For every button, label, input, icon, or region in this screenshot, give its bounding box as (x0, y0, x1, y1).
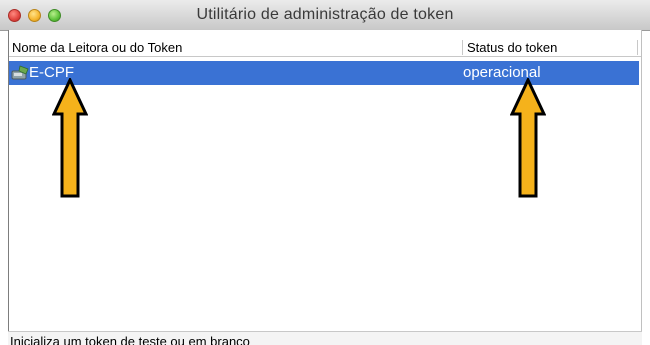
column-header-status[interactable]: Status do token (467, 40, 557, 55)
column-divider[interactable] (462, 40, 463, 55)
table-header: Nome da Leitora ou do Token Status do to… (9, 39, 641, 57)
column-divider[interactable] (637, 40, 638, 55)
status-text: Inicializa um token de teste ou em branc… (10, 334, 250, 345)
token-list[interactable]: Nome da Leitora ou do Token Status do to… (8, 30, 642, 336)
token-reader-icon (11, 65, 29, 80)
app-window: Utilitário de administração de token Nom… (0, 0, 650, 345)
status-bar: Inicializa um token de teste ou em branc… (8, 331, 642, 345)
title-bar[interactable]: Utilitário de administração de token (0, 0, 650, 31)
column-header-name[interactable]: Nome da Leitora ou do Token (12, 40, 182, 55)
window-title: Utilitário de administração de token (196, 6, 454, 23)
arrow-up-icon (510, 78, 546, 198)
arrow-up-icon (52, 78, 88, 198)
